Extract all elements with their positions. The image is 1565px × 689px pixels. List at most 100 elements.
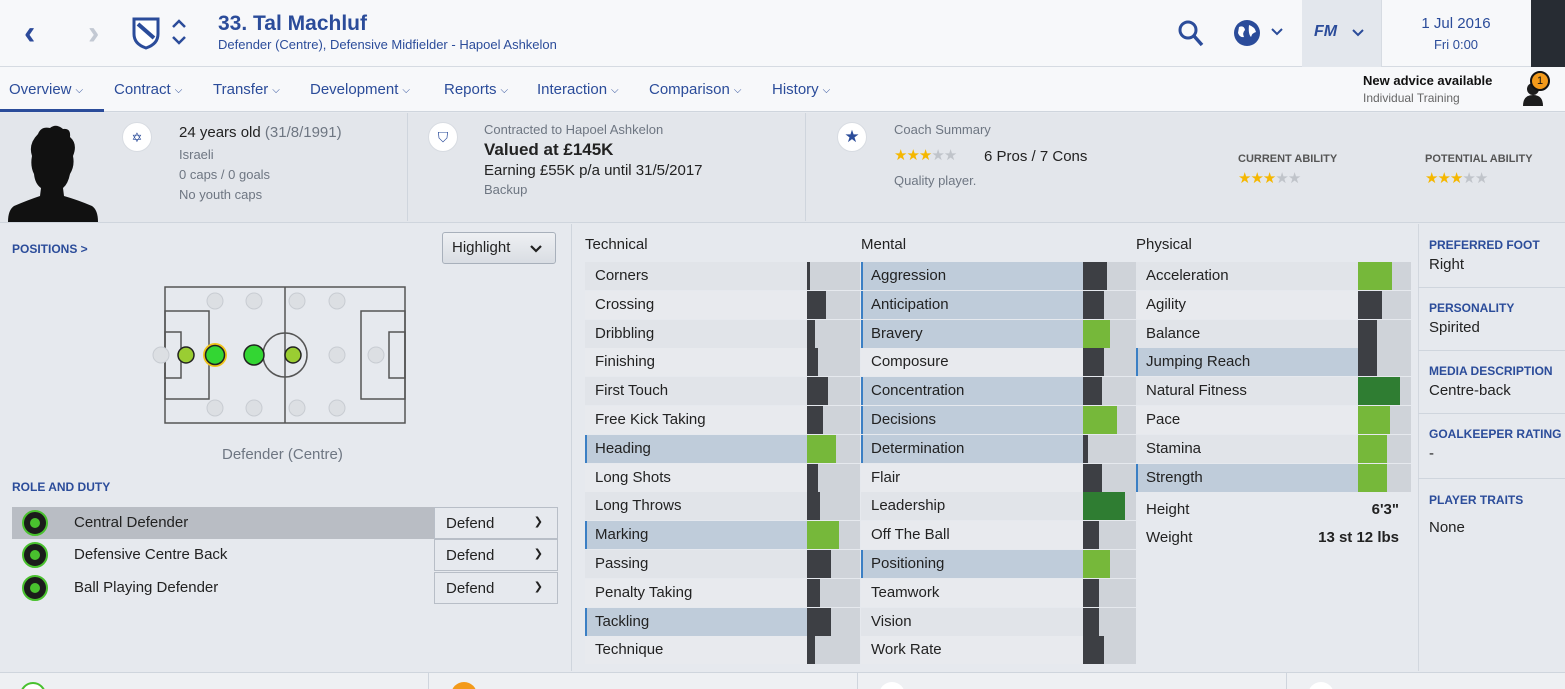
attribute-row[interactable]: First Touch [585,377,860,405]
attribute-row[interactable]: Vision [861,608,1136,636]
attribute-row[interactable]: Pace [1136,406,1411,434]
forward-arrow-icon[interactable]: › [88,16,99,50]
tab-transfer[interactable]: Transfer ⌵ [213,81,280,98]
attribute-row[interactable]: Aggression [861,262,1136,290]
role-name: Defensive Centre Back [74,546,228,563]
player-positions-club[interactable]: Defender (Centre), Defensive Midfielder … [218,37,557,52]
star-empty-icon: ★ [1462,170,1475,187]
role-row-defensive-centre-back[interactable]: Defensive Centre Back [12,539,434,571]
role-duty-heading: ROLE AND DUTY [12,480,111,494]
current-ability-label: CURRENT ABILITY [1238,153,1338,165]
chevron-down-icon [530,245,542,253]
technical-heading: Technical [585,236,648,253]
attribute-row[interactable]: Leadership [861,492,1136,520]
advice-subtitle[interactable]: Individual Training [1363,91,1460,105]
attribute-row[interactable]: Natural Fitness [1136,377,1411,405]
attribute-row[interactable]: Determination [861,435,1136,463]
tab-overview[interactable]: Overview ⌵ [9,81,83,98]
attribute-row[interactable]: Long Throws [585,492,860,520]
attribute-row[interactable]: Long Shots [585,464,860,492]
attribute-row[interactable]: Finishing [585,348,860,376]
attribute-bar [1083,435,1088,463]
pros-cons[interactable]: 6 Pros / 7 Cons [984,148,1087,165]
attribute-row[interactable]: Off The Ball [861,521,1136,549]
attribute-name: First Touch [595,382,669,399]
attribute-row[interactable]: Decisions [861,406,1136,434]
tab-reports[interactable]: Reports ⌵ [444,81,508,98]
bottom-divider [857,672,858,689]
height-value: 6'3" [1371,501,1399,518]
role-name: Ball Playing Defender [74,579,219,596]
attribute-row[interactable]: Teamwork [861,579,1136,607]
attribute-row[interactable]: Free Kick Taking [585,406,860,434]
attribute-name: Jumping Reach [1146,353,1251,370]
attribute-bar-track [1083,435,1136,463]
tab-history[interactable]: History ⌵ [772,81,830,98]
advice-count-badge[interactable]: 1 [1530,71,1550,91]
back-arrow-icon[interactable]: ‹ [24,16,35,50]
attribute-row[interactable]: Anticipation [861,291,1136,319]
attribute-row[interactable]: Composure [861,348,1136,376]
attribute-name: Tackling [595,613,650,630]
attribute-name: Aggression [871,267,947,284]
duty-dropdown[interactable]: Defend ❯ [434,507,558,539]
attribute-row[interactable]: Bravery [861,320,1136,348]
squad-status: Backup [484,182,528,197]
positions-heading[interactable]: POSITIONS > [12,242,88,256]
attribute-name: Balance [1146,325,1201,342]
highlight-dropdown[interactable]: Highlight [442,232,556,264]
club-badge-icon[interactable] [131,16,161,50]
tab-development[interactable]: Development ⌵ [310,81,410,98]
fm-logo: FM [1314,23,1338,40]
attribute-row[interactable]: Marking [585,521,860,549]
attribute-row[interactable]: Concentration [861,377,1136,405]
player-value[interactable]: Valued at £145K [484,140,613,160]
attribute-row[interactable]: Flair [861,464,1136,492]
attribute-row[interactable]: Acceleration [1136,262,1411,290]
attribute-row[interactable]: Jumping Reach [1136,348,1411,376]
key-attribute-marker [1136,464,1138,492]
star-empty-icon: ★ [943,147,957,164]
position-pitch-map [152,286,406,424]
attribute-row[interactable]: Heading [585,435,860,463]
globe-chevron-down-icon[interactable] [1270,27,1284,37]
duty-dropdown[interactable]: Defend ❯ [434,572,558,604]
attribute-row[interactable]: Stamina [1136,435,1411,463]
attribute-row[interactable]: Balance [1136,320,1411,348]
fm-menu-icon[interactable]: FM [1302,0,1381,67]
attribute-row[interactable]: Passing [585,550,860,578]
role-row-ball-playing-defender[interactable]: Ball Playing Defender [12,572,434,604]
continue-panel[interactable] [1531,0,1565,67]
attribute-row[interactable]: Tackling [585,608,860,636]
attribute-row[interactable]: Crossing [585,291,860,319]
star-filled-icon: ★ [1425,170,1438,187]
attribute-bar [807,636,815,664]
attribute-name: Bravery [871,325,923,342]
game-time: Fri 0:00 [1433,37,1479,52]
attribute-row[interactable]: Dribbling [585,320,860,348]
up-down-chevron-icon[interactable] [170,17,188,47]
nationality-flag-icon: ✡ [122,122,152,152]
advice-title[interactable]: New advice available [1363,73,1492,88]
tab-comparison[interactable]: Comparison ⌵ [649,81,741,98]
globe-icon[interactable] [1233,19,1263,49]
attribute-name: Long Throws [595,497,682,514]
tab-interaction[interactable]: Interaction ⌵ [537,81,619,98]
attribute-row[interactable]: Work Rate [861,636,1136,664]
duty-dropdown[interactable]: Defend ❯ [434,539,558,571]
attribute-name: Stamina [1146,440,1202,457]
attribute-row[interactable]: Positioning [861,550,1136,578]
game-date[interactable]: 1 Jul 2016 [1382,15,1530,32]
search-icon[interactable] [1178,20,1204,48]
attribute-name: Flair [871,469,901,486]
attribute-row[interactable]: Technique [585,636,860,664]
attribute-row[interactable]: Corners [585,262,860,290]
attribute-name: Off The Ball [871,526,950,543]
attribute-row[interactable]: Penalty Taking [585,579,860,607]
details-divider [1418,478,1565,479]
attribute-row[interactable]: Agility [1136,291,1411,319]
attribute-row[interactable]: Strength [1136,464,1411,492]
role-row-central-defender[interactable]: Central Defender [12,507,434,539]
tab-contract[interactable]: Contract ⌵ [114,81,182,98]
details-divider [1418,350,1565,351]
